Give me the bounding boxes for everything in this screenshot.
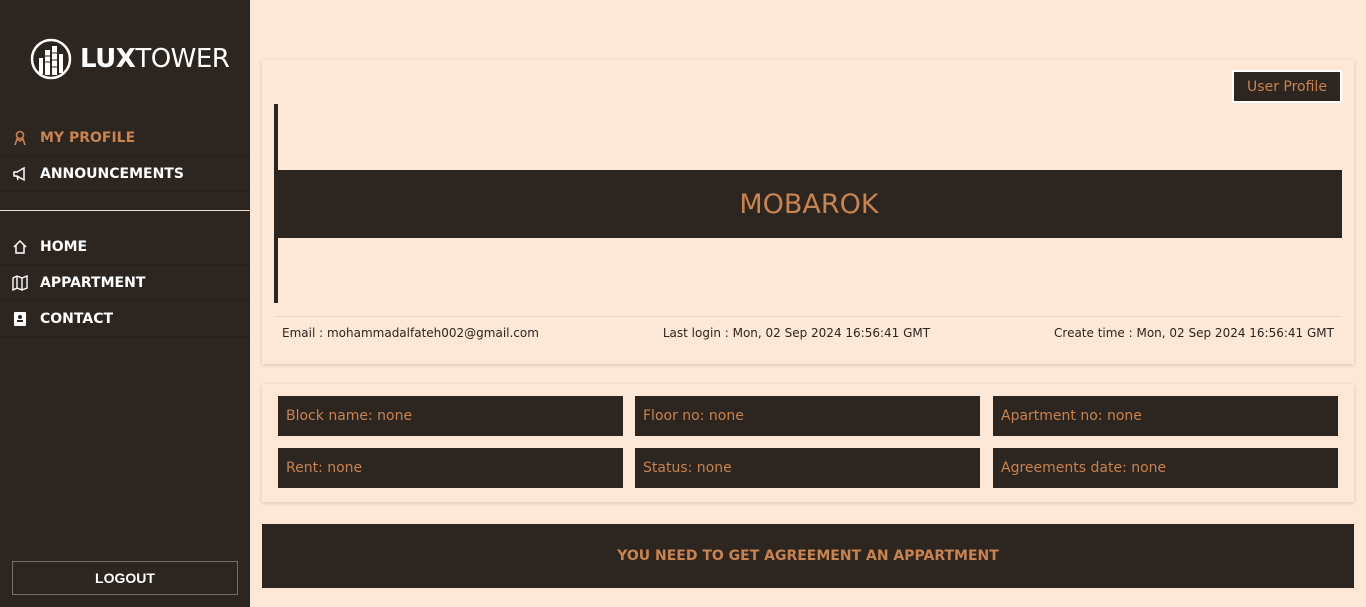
floor-no-field: Floor no: none bbox=[635, 396, 980, 436]
sidebar-item-home[interactable]: HOME bbox=[0, 229, 250, 265]
sidebar-item-label: CONTACT bbox=[40, 310, 114, 327]
status-field: Status: none bbox=[635, 448, 980, 488]
account-info-row: Email : mohammadalfateh002@gmail.com Las… bbox=[282, 326, 1334, 340]
agreement-date-field: Agreements date: none bbox=[993, 448, 1338, 488]
sidebar-item-appartment[interactable]: APPARTMENT bbox=[0, 265, 250, 301]
info-divider bbox=[274, 316, 1342, 317]
apartment-details-card: Block name: none Floor no: none Apartmen… bbox=[262, 384, 1354, 502]
brand-name: LUXTOWER bbox=[80, 44, 230, 74]
sidebar-item-label: ANNOUNCEMENTS bbox=[40, 165, 184, 182]
primary-nav: MY PROFILE ANNOUNCEMENTS bbox=[0, 120, 250, 192]
create-time-text: Create time : Mon, 02 Sep 2024 16:56:41 … bbox=[1054, 326, 1334, 340]
sidebar-item-label: APPARTMENT bbox=[40, 274, 146, 291]
building-logo-icon bbox=[30, 38, 72, 80]
sidebar-item-label: MY PROFILE bbox=[40, 129, 136, 146]
secondary-nav: HOME APPARTMENT CONTACT bbox=[0, 229, 250, 337]
map-icon bbox=[12, 274, 28, 291]
home-icon bbox=[12, 239, 28, 255]
sidebar-item-contact[interactable]: CONTACT bbox=[0, 301, 250, 337]
sidebar-divider bbox=[0, 210, 250, 211]
sidebar-item-announcements[interactable]: ANNOUNCEMENTS bbox=[0, 156, 250, 192]
megaphone-icon bbox=[12, 166, 28, 182]
user-name-banner: MOBAROK bbox=[276, 170, 1342, 238]
apartment-no-field: Apartment no: none bbox=[993, 396, 1338, 436]
profile-card: User Profile MOBAROK Email : mohammadalf… bbox=[262, 60, 1354, 364]
contact-card-icon bbox=[12, 311, 28, 327]
user-profile-button[interactable]: User Profile bbox=[1232, 70, 1342, 103]
user-badge-icon bbox=[12, 130, 28, 146]
brand-logo[interactable]: LUXTOWER bbox=[30, 38, 230, 80]
email-text: Email : mohammadalfateh002@gmail.com bbox=[282, 326, 539, 340]
logout-button[interactable]: LOGOUT bbox=[12, 561, 238, 595]
sidebar-item-my-profile[interactable]: MY PROFILE bbox=[0, 120, 250, 156]
sidebar: LUXTOWER MY PROFILE ANNOUNCEMENTS HOME A… bbox=[0, 0, 250, 607]
last-login-text: Last login : Mon, 02 Sep 2024 16:56:41 G… bbox=[662, 326, 931, 340]
block-name-field: Block name: none bbox=[278, 396, 623, 436]
agreement-notice: YOU NEED TO GET AGREEMENT AN APPARTMENT bbox=[262, 524, 1354, 588]
sidebar-item-label: HOME bbox=[40, 238, 88, 255]
rent-field: Rent: none bbox=[278, 448, 623, 488]
